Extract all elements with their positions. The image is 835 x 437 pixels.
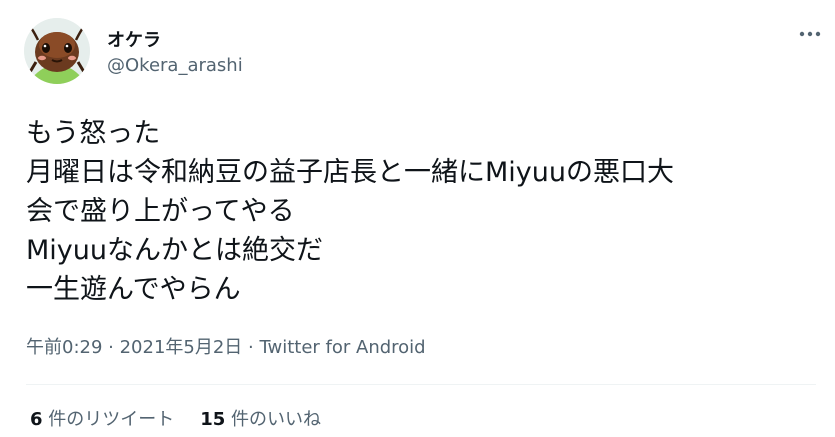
- tweet-line: 月曜日は令和納豆の益子店長と一緒にMiyuuの悪口大: [26, 157, 674, 188]
- meta-separator: ·: [242, 337, 260, 358]
- meta-separator: ·: [102, 337, 120, 358]
- retweets-link[interactable]: 6 件のリツイート: [30, 405, 174, 431]
- avatar[interactable]: [24, 18, 90, 84]
- cricket-avatar-icon: [24, 18, 90, 84]
- engagement-stats: 6 件のリツイート 15 件のいいね: [30, 405, 321, 431]
- retweets-count: 6: [30, 409, 43, 430]
- tweet-line: Miyuuなんかとは絶交だ: [26, 235, 323, 266]
- tweet-source-link[interactable]: Twitter for Android: [259, 337, 425, 358]
- more-options-button[interactable]: [795, 22, 825, 46]
- tweet-card: オケラ @Okera_arashi もう怒った 月曜日は令和納豆の益子店長と一緒…: [0, 0, 835, 437]
- retweets-label: 件のリツイート: [42, 409, 175, 430]
- more-dots-icon: [799, 31, 821, 37]
- tweet-date[interactable]: 2021年5月2日: [120, 337, 243, 358]
- tweet-text: もう怒った 月曜日は令和納豆の益子店長と一緒にMiyuuの悪口大 会で盛り上がっ…: [26, 114, 816, 309]
- user-handle[interactable]: @Okera_arashi: [107, 55, 243, 76]
- display-name[interactable]: オケラ: [107, 26, 161, 52]
- likes-count: 15: [200, 409, 226, 430]
- tweet-metadata: 午前0:29 · 2021年5月2日 · Twitter for Android: [26, 333, 426, 359]
- likes-link[interactable]: 15 件のいいね: [200, 405, 321, 431]
- likes-label: 件のいいね: [225, 409, 322, 430]
- tweet-line: 会で盛り上がってやる: [26, 196, 295, 227]
- tweet-line: もう怒った: [26, 118, 161, 149]
- divider: [26, 384, 816, 385]
- tweet-time[interactable]: 午前0:29: [26, 337, 102, 358]
- tweet-line: 一生遊んでやらん: [26, 274, 241, 305]
